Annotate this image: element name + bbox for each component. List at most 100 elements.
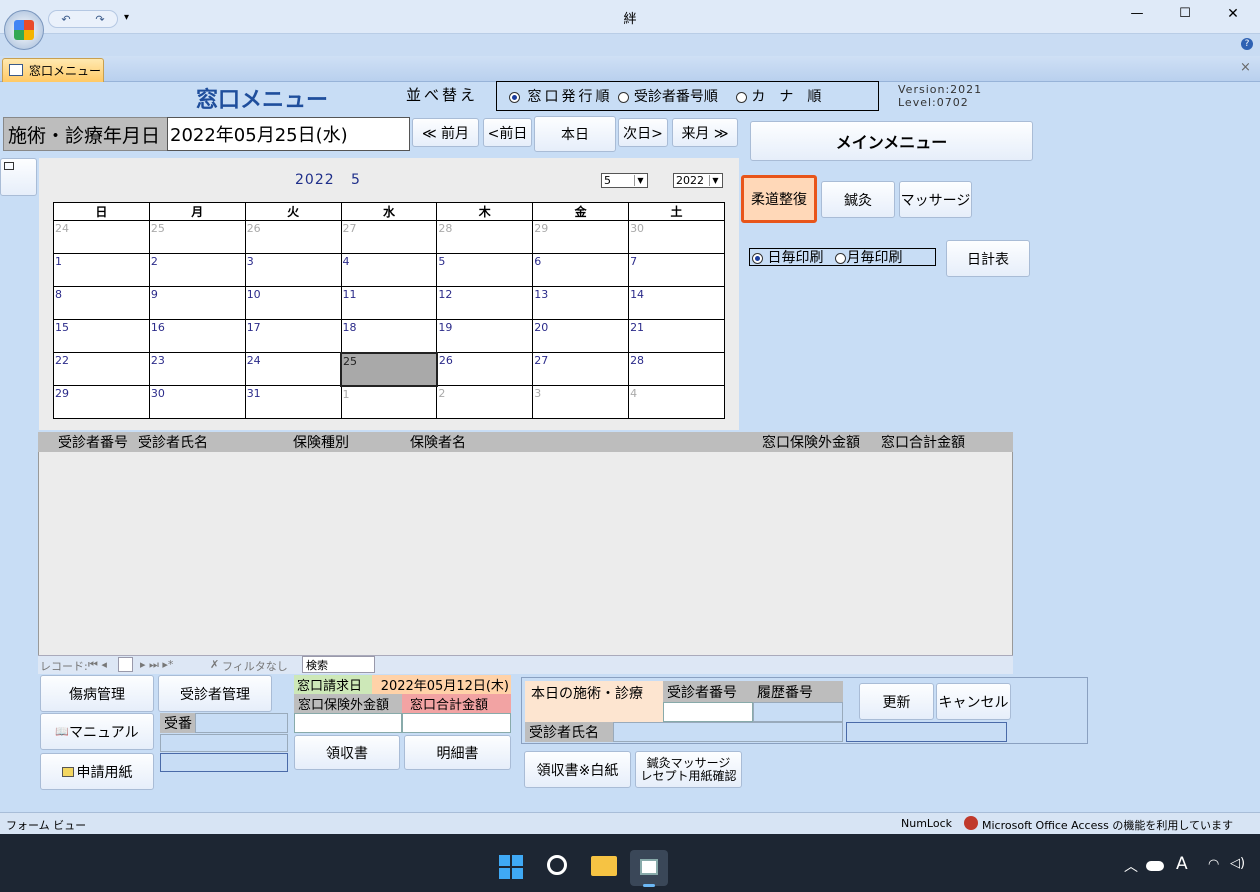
calendar-day[interactable]: 25	[340, 351, 438, 387]
calendar-day[interactable]: 29	[53, 385, 150, 419]
daily-report-button[interactable]: 日計表	[946, 240, 1030, 277]
calendar-day[interactable]: 31	[244, 385, 342, 419]
calendar-day[interactable]: 26	[436, 352, 534, 386]
first-record-icon[interactable]: ⏮ ◂	[88, 658, 107, 672]
acupuncture-button[interactable]: 鍼灸	[821, 181, 895, 218]
chevron-up-icon[interactable]: ︿	[1124, 856, 1138, 876]
main-menu-button[interactable]: メインメニュー	[750, 121, 1033, 161]
ime-icon[interactable]: A	[1176, 854, 1188, 874]
receipt-button[interactable]: 領収書	[294, 735, 400, 770]
application-form-button[interactable]: 申請用紙	[40, 753, 154, 790]
minimize-button[interactable]: —	[1122, 6, 1152, 21]
calendar-day[interactable]: 14	[628, 286, 725, 320]
print-daily-option[interactable]: 日毎印刷	[752, 247, 823, 267]
calendar-day[interactable]: 30	[628, 220, 725, 254]
calendar-day[interactable]: 1	[340, 385, 438, 419]
calendar-day[interactable]: 4	[340, 253, 438, 287]
calendar-day[interactable]: 12	[436, 286, 534, 320]
blank-receipt-button[interactable]: 領収書※白紙	[524, 751, 631, 788]
calendar-day[interactable]: 23	[148, 352, 246, 386]
calendar-day[interactable]: 10	[244, 286, 342, 320]
calendar-day[interactable]: 27	[340, 220, 438, 254]
volume-icon[interactable]: ◁)	[1230, 856, 1245, 871]
history-number-field[interactable]	[753, 702, 843, 722]
today-button[interactable]: 本日	[534, 116, 616, 152]
calendar-day[interactable]: 5	[436, 253, 534, 287]
sort-option-patient-number[interactable]: 受診者番号順	[618, 86, 718, 106]
calendar-day[interactable]: 11	[340, 286, 438, 320]
calendar-day[interactable]: 17	[244, 319, 342, 353]
calendar-day[interactable]: 2	[436, 385, 534, 419]
calendar-day[interactable]: 19	[436, 319, 534, 353]
patient-number-field[interactable]	[663, 702, 753, 722]
date-field[interactable]: 2022年05月25日(水)	[167, 117, 410, 151]
statement-button[interactable]: 明細書	[404, 735, 511, 770]
year-select[interactable]: 2022 ▼	[673, 173, 723, 188]
calendar-day[interactable]: 22	[53, 352, 150, 386]
access-app-icon[interactable]	[630, 850, 668, 887]
calendar-day[interactable]: 4	[628, 385, 725, 419]
record-number-field[interactable]	[118, 657, 133, 672]
receipt-paper-check-button[interactable]: 鍼灸マッサージ レセプト用紙確認	[635, 751, 742, 788]
close-button[interactable]: ✕	[1218, 6, 1248, 22]
calendar-day[interactable]: 24	[53, 220, 150, 254]
month-select[interactable]: 5 ▼	[601, 173, 648, 188]
patient-list[interactable]	[38, 432, 1013, 674]
status-field[interactable]	[846, 722, 1007, 742]
help-icon[interactable]: ?	[1241, 38, 1253, 50]
calendar-day[interactable]: 13	[532, 286, 630, 320]
tab-window-menu[interactable]: 窓口メニュー	[2, 58, 104, 82]
ext-amount-field[interactable]	[294, 713, 402, 733]
calendar-day[interactable]: 24	[244, 352, 342, 386]
calendar-day[interactable]: 9	[148, 286, 246, 320]
calendar-day[interactable]: 30	[148, 385, 246, 419]
patient-management-button[interactable]: 受診者管理	[158, 675, 272, 712]
calendar-day[interactable]: 3	[532, 385, 630, 419]
calendar-day[interactable]: 16	[148, 319, 246, 353]
calendar-day[interactable]: 1	[53, 253, 150, 287]
calendar-day[interactable]: 3	[244, 253, 342, 287]
prev-day-button[interactable]: <前日	[483, 118, 532, 147]
sort-option-window-order[interactable]: 窓口発行順	[509, 86, 612, 106]
receipt-number-field[interactable]	[195, 713, 288, 733]
judo-button[interactable]: 柔道整復	[741, 175, 817, 223]
next-month-button[interactable]: 来月 ≫	[672, 118, 738, 147]
next-day-button[interactable]: 次日>	[618, 118, 668, 147]
calendar-day[interactable]: 2	[148, 253, 246, 287]
wifi-icon[interactable]: ◠	[1208, 857, 1219, 872]
office-button[interactable]	[4, 10, 44, 50]
qat-dropdown-icon[interactable]: ▾	[124, 12, 129, 23]
search-icon[interactable]	[547, 855, 567, 875]
prev-month-button[interactable]: ≪ 前月	[412, 118, 479, 147]
sort-option-kana[interactable]: カ ナ 順	[735, 86, 821, 106]
calendar-day[interactable]: 25	[148, 220, 246, 254]
calendar-day[interactable]: 28	[436, 220, 534, 254]
cancel-button[interactable]: キャンセル	[936, 683, 1011, 720]
calendar-day[interactable]: 21	[628, 319, 725, 353]
receipt-number-field-3[interactable]	[160, 753, 288, 772]
start-icon[interactable]	[499, 855, 523, 879]
manual-button[interactable]: 📖 マニュアル	[40, 713, 154, 750]
redo-icon[interactable]: ↷	[95, 13, 104, 26]
calendar-day[interactable]: 27	[532, 352, 630, 386]
calendar-day[interactable]: 26	[244, 220, 342, 254]
no-filter-label[interactable]: フィルタなし	[222, 658, 288, 674]
calendar-day[interactable]: 29	[532, 220, 630, 254]
search-input[interactable]: 検索	[302, 656, 375, 673]
tab-close-icon[interactable]: ×	[1240, 60, 1251, 75]
calendar-day[interactable]: 15	[53, 319, 150, 353]
calendar-day[interactable]: 28	[628, 352, 725, 386]
subform-selector[interactable]	[0, 158, 37, 196]
patient-name-field[interactable]	[613, 722, 843, 742]
calendar-day[interactable]: 8	[53, 286, 150, 320]
update-button[interactable]: 更新	[859, 683, 934, 720]
injury-management-button[interactable]: 傷病管理	[40, 675, 154, 712]
calendar-day[interactable]: 18	[340, 319, 438, 353]
print-monthly-option[interactable]: 月毎印刷	[835, 247, 902, 267]
next-record-icon[interactable]: ▸ ⏭ ▸*	[140, 658, 173, 672]
massage-button[interactable]: マッサージ	[899, 181, 972, 218]
calendar-day[interactable]: 6	[532, 253, 630, 287]
maximize-button[interactable]: ☐	[1170, 6, 1200, 21]
receipt-number-field-2[interactable]	[160, 734, 288, 752]
calendar-day[interactable]: 7	[628, 253, 725, 287]
